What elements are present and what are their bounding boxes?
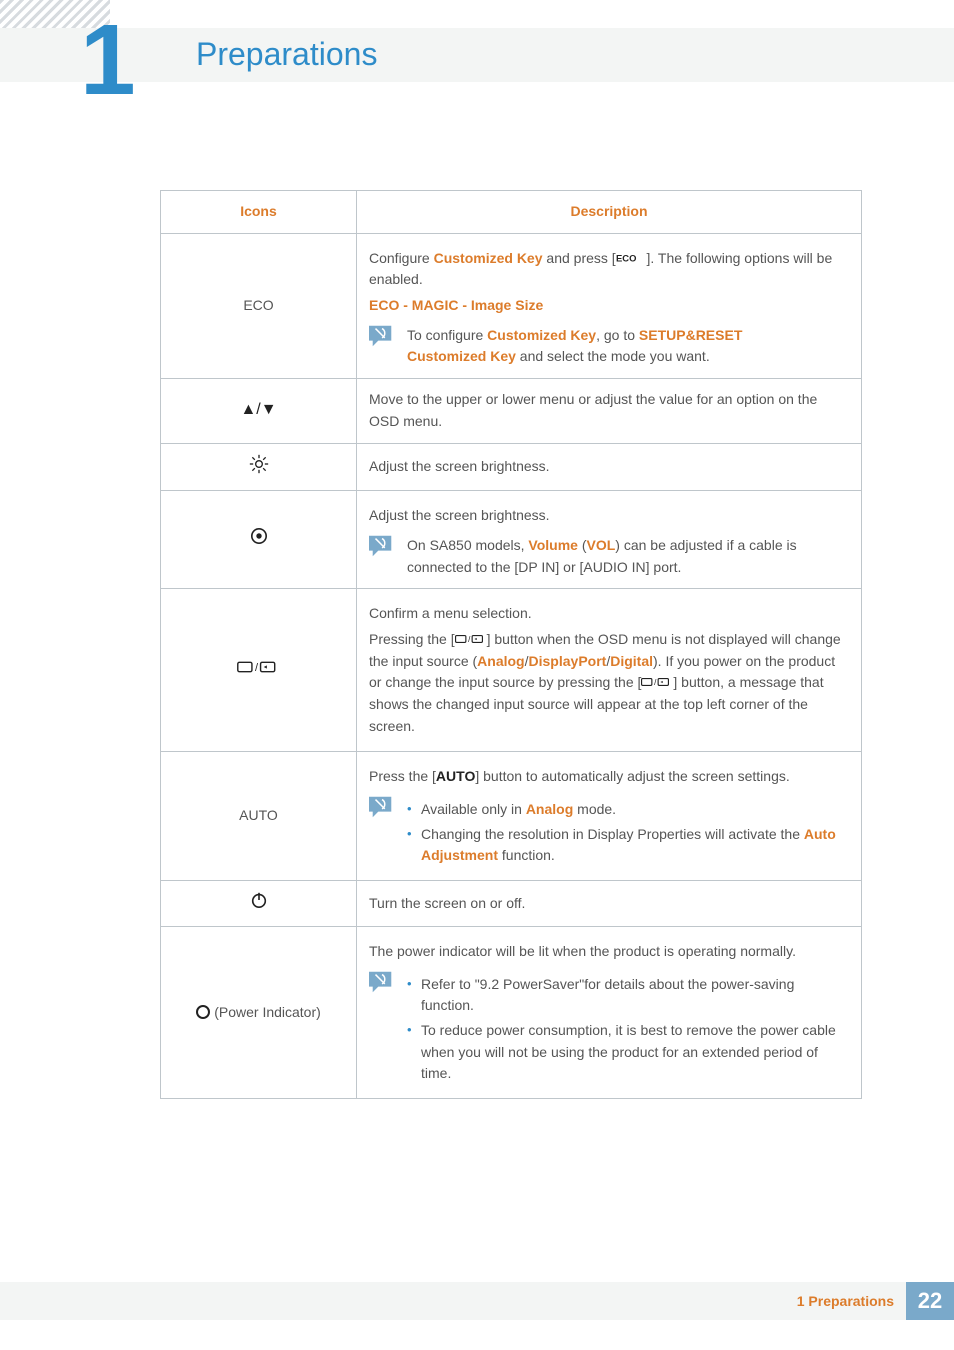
- text: (: [578, 537, 587, 553]
- power-indicator-label: (Power Indicator): [214, 1004, 321, 1020]
- volume-desc: Adjust the screen brightness. On SA850 m…: [357, 491, 862, 589]
- note-icon: [369, 325, 395, 347]
- updown-icon: ▲/▼: [161, 379, 357, 443]
- note-icon: [369, 796, 395, 818]
- text: To configure: [407, 327, 487, 343]
- text: Configure: [369, 250, 434, 266]
- analog: Analog: [477, 653, 524, 669]
- table-row: Turn the screen on or off.: [161, 881, 862, 927]
- table-row: ▲/▼ Move to the upper or lower menu or a…: [161, 379, 862, 443]
- text: and select the mode you want.: [516, 348, 710, 364]
- list-item: Available only in Analog mode.: [407, 799, 849, 821]
- analog: Analog: [526, 801, 573, 817]
- text: On SA850 models,: [407, 537, 528, 553]
- table-row: / Confirm a menu selection. Pressing the…: [161, 589, 862, 752]
- list-item: Changing the resolution in Display Prope…: [407, 824, 849, 867]
- power-desc: Turn the screen on or off.: [357, 881, 862, 927]
- vol-label: VOL: [587, 537, 616, 553]
- list-item: Refer to "9.2 PowerSaver"for details abo…: [407, 974, 849, 1017]
- customized-key: Customized Key: [487, 327, 596, 343]
- eco-key-icon: ECO: [616, 250, 647, 266]
- table-row: Adjust the screen brightness. On SA850 m…: [161, 491, 862, 589]
- text: Adjust the screen brightness.: [369, 505, 849, 527]
- setup-reset: SETUP&RESET: [639, 327, 742, 343]
- svg-text:/: /: [255, 662, 259, 674]
- svg-text:/: /: [468, 635, 471, 644]
- customized-key: Customized Key: [407, 348, 516, 364]
- eco-options: ECO - MAGIC - Image Size: [369, 295, 849, 317]
- table-row: AUTO Press the [AUTO] button to automati…: [161, 752, 862, 881]
- displayport: DisplayPort: [529, 653, 607, 669]
- indicator-desc: The power indicator will be lit when the…: [357, 926, 862, 1098]
- icons-table: Icons Description ECO Configure Customiz…: [160, 190, 862, 1099]
- text: Press the [: [369, 768, 436, 784]
- chapter-title: Preparations: [196, 36, 377, 73]
- enter-source-icon: /: [161, 589, 357, 752]
- col-header-desc: Description: [357, 191, 862, 234]
- footer-chapter: 1 Preparations: [797, 1293, 894, 1309]
- table-row: Adjust the screen brightness.: [161, 443, 862, 491]
- svg-text:/: /: [655, 678, 658, 687]
- brightness-desc: Adjust the screen brightness.: [357, 443, 862, 491]
- table-row: ECO Configure Customized Key and press […: [161, 233, 862, 378]
- text: The power indicator will be lit when the…: [369, 941, 849, 963]
- auto-label: AUTO: [161, 752, 357, 881]
- enter-key-icon: /: [641, 674, 673, 690]
- target-icon: [161, 491, 357, 589]
- text: and press [: [543, 250, 616, 266]
- digital: Digital: [610, 653, 653, 669]
- power-icon: [161, 881, 357, 927]
- brightness-icon: [161, 443, 357, 491]
- auto-desc: Press the [AUTO] button to automatically…: [357, 752, 862, 881]
- svg-text:ECO: ECO: [616, 252, 636, 263]
- header-band: [0, 28, 954, 82]
- text: , go to: [596, 327, 639, 343]
- chapter-number: 1: [80, 10, 132, 110]
- power-indicator-cell: (Power Indicator): [161, 926, 357, 1098]
- volume-label: Volume: [528, 537, 578, 553]
- note-icon: [369, 971, 395, 993]
- page-number: 22: [906, 1282, 954, 1320]
- enter-key-icon: /: [455, 631, 487, 647]
- customized-key: Customized Key: [434, 250, 543, 266]
- table-row: (Power Indicator) The power indicator wi…: [161, 926, 862, 1098]
- text: Pressing the [: [369, 631, 455, 647]
- auto-key: AUTO: [436, 768, 475, 784]
- list-item: To reduce power consumption, it is best …: [407, 1020, 849, 1085]
- text: Confirm a menu selection.: [369, 603, 849, 625]
- note-icon: [369, 535, 395, 557]
- col-header-icons: Icons: [161, 191, 357, 234]
- enter-desc: Confirm a menu selection. Pressing the […: [357, 589, 862, 752]
- text: ] button to automatically adjust the scr…: [475, 768, 789, 784]
- eco-desc: Configure Customized Key and press [ECO]…: [357, 233, 862, 378]
- power-indicator-icon: [196, 1005, 210, 1019]
- eco-label: ECO: [161, 233, 357, 378]
- updown-desc: Move to the upper or lower menu or adjus…: [357, 379, 862, 443]
